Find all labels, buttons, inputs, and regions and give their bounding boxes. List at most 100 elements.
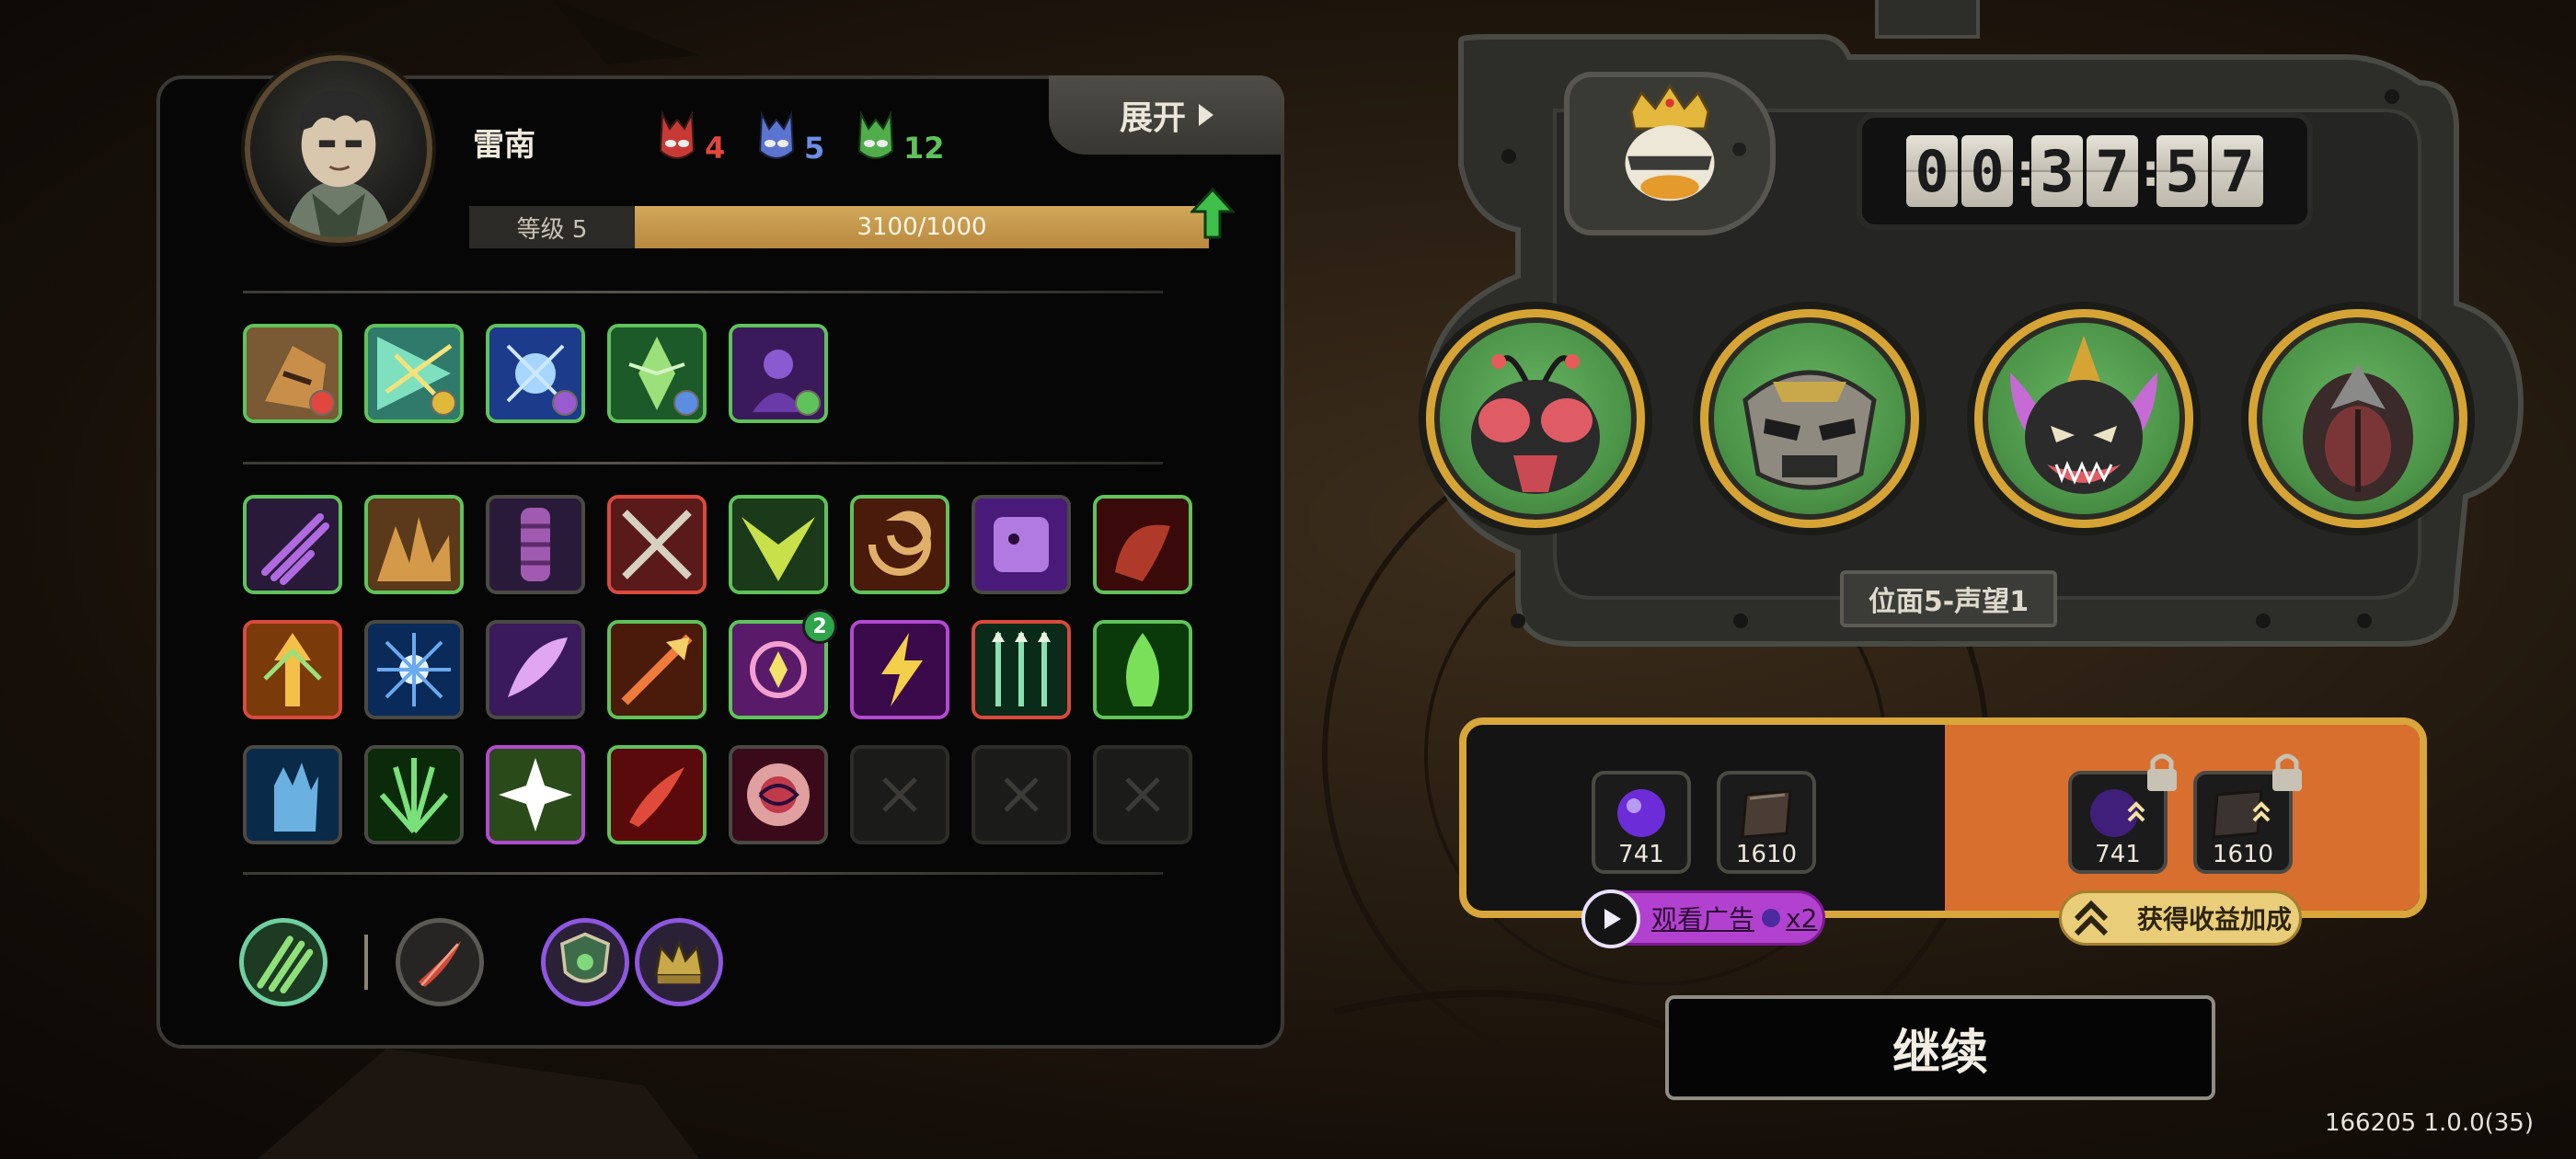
lock-icon — [2147, 753, 2177, 791]
blue-gem-count: 5 — [804, 131, 825, 166]
red-mask-icon — [659, 110, 696, 159]
divider — [243, 462, 1163, 465]
skill-light-burst-icon[interactable] — [364, 324, 464, 423]
shield-relic-icon[interactable] — [541, 918, 629, 1006]
skill-blue-hand-icon[interactable] — [243, 745, 342, 844]
skill-purple-cube-icon[interactable] — [972, 495, 1071, 594]
timer-digit: 7 — [2087, 135, 2138, 207]
get-bonus-button[interactable]: 获得收益加成 — [2059, 890, 2302, 946]
timer-colon: : — [2142, 145, 2160, 197]
green-gem-count: 12 — [903, 131, 945, 166]
element-badge-icon — [795, 390, 821, 416]
skill-crossed-swords-icon[interactable] — [607, 495, 707, 594]
element-badge-icon — [309, 390, 335, 416]
skill-green-burst-icon[interactable] — [364, 745, 464, 844]
reward-item-book[interactable]: 1610 — [1717, 771, 1816, 874]
enemy-horned-demon-icon[interactable] — [1974, 309, 2193, 528]
lock-icon — [2272, 753, 2302, 791]
green-mask-icon — [857, 110, 894, 159]
reward-item-orb[interactable]: 741 — [1592, 771, 1691, 874]
purple-orb-icon — [1617, 789, 1665, 837]
timer-digit: 7 — [2212, 135, 2263, 207]
bonus-reward-area — [1945, 725, 2420, 911]
element-badge-icon — [431, 390, 456, 416]
enemy-hooded-beetle-icon[interactable] — [2248, 309, 2467, 528]
skill-nature-rune-icon[interactable] — [607, 324, 707, 423]
skill-spear-rain-icon[interactable] — [972, 620, 1071, 719]
play-arrow-icon — [1199, 104, 1213, 126]
level-row: 等级 5 3100/1000 — [469, 206, 1209, 248]
element-badge-icon — [673, 390, 699, 416]
timer-digit: 3 — [2031, 135, 2083, 207]
xp-progress-bar: 3100/1000 — [635, 206, 1209, 248]
empty-skill-slot[interactable] — [972, 745, 1071, 844]
character-panel: 展开 雷南 4 5 12 等级 5 3100/1000 2 — [156, 55, 1284, 1049]
blue-gem-counter: 5 — [756, 110, 824, 166]
level-label: 等级 5 — [469, 206, 635, 248]
skill-red-tentacle-icon[interactable] — [607, 745, 707, 844]
skill-shadow-mage-icon[interactable] — [729, 324, 828, 423]
blue-mask-icon — [758, 110, 795, 159]
empty-skill-slot[interactable] — [850, 745, 949, 844]
skill-purple-claw-icon[interactable] — [243, 495, 342, 594]
purple-orb-icon — [1762, 909, 1781, 927]
character-name: 雷南 — [473, 127, 535, 164]
reward-value: 741 — [1618, 841, 1664, 868]
skill-purple-coil-icon[interactable] — [486, 495, 585, 594]
crown-relic-icon[interactable] — [635, 918, 723, 1006]
skill-blue-star-icon[interactable] — [364, 620, 464, 719]
reward-value: 741 — [2095, 841, 2141, 868]
empty-skill-slot[interactable] — [1093, 745, 1192, 844]
skill-purple-lightning-icon[interactable] — [850, 620, 949, 719]
ad-multiplier: x2 — [1786, 902, 1818, 934]
version-label: 166205 1.0.0(35) — [2324, 1109, 2534, 1137]
skill-red-knot-icon[interactable] — [729, 745, 828, 844]
enemy-armored-skull-icon[interactable] — [1700, 309, 1919, 528]
enemy-insect-icon[interactable] — [1426, 309, 1645, 528]
timer-colon: : — [2017, 145, 2035, 197]
stage-position-label: 位面5-声望1 — [1840, 570, 2057, 627]
stage-timer: 0 0 : 3 7 : 5 7 — [1857, 112, 2313, 230]
skill-green-flame-icon[interactable] — [1093, 620, 1192, 719]
skill-rock-spikes-icon[interactable] — [364, 495, 464, 594]
timer-digit: 0 — [1961, 135, 2013, 207]
character-avatar[interactable] — [245, 55, 432, 243]
close-icon — [882, 777, 917, 812]
watch-ad-button[interactable]: 观看广告 x2 — [1581, 889, 1825, 948]
skill-green-wings-icon[interactable] — [729, 495, 828, 594]
expand-button[interactable]: 展开 — [1049, 75, 1284, 155]
element-badge-icon — [552, 390, 578, 416]
skill-rune-shield-icon[interactable] — [243, 324, 342, 423]
separator — [364, 935, 368, 990]
timer-digit: 5 — [2156, 135, 2208, 207]
skill-swirl-icon[interactable] — [850, 495, 949, 594]
skill-golden-arrows-icon[interactable] — [243, 620, 342, 719]
level-up-arrow-icon[interactable] — [1190, 188, 1235, 239]
double-chevron-up-icon — [2074, 900, 2109, 936]
reward-value: 1610 — [1735, 841, 1798, 868]
boss-portrait-frame — [1564, 72, 1776, 235]
continue-button[interactable]: 继续 — [1665, 995, 2215, 1100]
timer-digit: 0 — [1906, 135, 1958, 207]
passive-green-claw-icon[interactable] — [239, 918, 328, 1006]
get-bonus-label: 获得收益加成 — [2137, 904, 2293, 935]
skill-white-star-icon[interactable] — [486, 745, 585, 844]
green-gem-counter: 12 — [856, 110, 945, 166]
crowned-duck-icon — [1625, 83, 1746, 201]
reward-value: 1610 — [2212, 841, 2274, 868]
watch-ad-label: 观看广告 — [1651, 904, 1755, 935]
xp-text: 3100/1000 — [857, 213, 987, 241]
play-icon — [1581, 889, 1640, 948]
red-gem-counter: 4 — [657, 110, 725, 166]
skill-red-beast-icon[interactable] — [1093, 495, 1192, 594]
red-gem-count: 4 — [705, 131, 726, 166]
passive-red-feather-icon[interactable] — [396, 918, 484, 1006]
continue-label: 继续 — [1892, 1025, 1988, 1081]
close-icon — [1004, 777, 1039, 812]
skill-violet-feather-icon[interactable] — [486, 620, 585, 719]
close-icon — [1125, 777, 1160, 812]
skill-frost-orb-icon[interactable] — [486, 324, 585, 423]
skill-fire-spear-icon[interactable] — [607, 620, 707, 719]
skill-level-badge: 2 — [802, 609, 837, 644]
expand-label: 展开 — [1119, 99, 1186, 137]
